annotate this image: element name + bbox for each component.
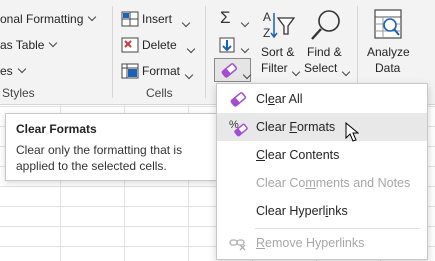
analyze-data-label-line1: Analyze	[367, 45, 410, 59]
menu-item-clear-comments-notes: Clear Comments and Notes	[217, 169, 427, 197]
menu-item-label: Clear All	[256, 92, 303, 106]
menu-item-clear-all[interactable]: Clear All	[217, 85, 427, 113]
menu-item-label: Clear Formats	[256, 120, 336, 134]
fill-down-icon	[219, 37, 235, 53]
sigma-icon: Σ	[220, 8, 231, 27]
format-cells-icon	[121, 63, 139, 79]
find-select-label-line1: Find &	[307, 45, 342, 59]
conditional-formatting-button[interactable]: onal Formatting	[0, 12, 97, 26]
chevron-down-icon	[181, 18, 191, 28]
fill-button[interactable]	[216, 35, 254, 55]
remove-hyperlink-icon	[229, 239, 246, 251]
group-divider	[112, 6, 113, 98]
menu-item-clear-hyperlinks[interactable]: Clear Hyperlinks	[217, 197, 427, 225]
analyze-data-label-line2: Data	[375, 61, 401, 75]
eraser-icon	[221, 63, 238, 78]
tooltip-description: Clear only the formatting that is applie…	[16, 143, 183, 173]
tooltip-title: Clear Formats	[16, 122, 97, 136]
excel-window: onal Formatting as Table es Styles Inser…	[0, 0, 435, 261]
eraser-icon	[230, 92, 247, 107]
find-select-label-line2: Select	[304, 61, 338, 75]
format-button[interactable]: Format	[121, 62, 201, 80]
chevron-down-icon	[291, 67, 301, 77]
styles-group-label: Styles	[2, 86, 35, 100]
find-select-button[interactable]: Find & Select	[303, 8, 351, 78]
menu-item-label: Clear Hyperlinks	[256, 204, 348, 218]
svg-text:Z: Z	[263, 26, 270, 40]
chevron-down-icon	[242, 70, 252, 80]
delete-cells-icon	[121, 37, 139, 53]
chevron-down-icon	[49, 38, 58, 48]
tooltip: Clear Formats Clear only the formatting …	[5, 113, 217, 181]
menu-item-remove-hyperlinks: Remove Hyperlinks	[217, 229, 427, 257]
cell-styles-label: es	[0, 64, 13, 78]
sort-filter-label-line2: Filter	[261, 61, 288, 75]
chevron-down-icon	[240, 18, 250, 28]
sort-filter-icon: A Z	[263, 10, 295, 40]
format-label: Format	[142, 64, 181, 78]
conditional-formatting-label: onal Formatting	[0, 12, 84, 26]
chevron-down-icon	[184, 70, 194, 80]
format-as-table-button[interactable]: as Table	[0, 38, 58, 52]
chevron-down-icon	[88, 12, 97, 22]
delete-label: Delete	[142, 38, 177, 52]
chevron-down-icon	[17, 64, 26, 74]
cells-group-label: Cells	[146, 86, 173, 100]
insert-cells-icon	[121, 11, 139, 27]
menu-item-clear-formats[interactable]: % Clear Formats	[217, 113, 427, 142]
analyze-data-icon	[374, 9, 402, 39]
chevron-down-icon	[240, 44, 250, 54]
sort-filter-button[interactable]: A Z Sort & Filter	[258, 8, 301, 78]
clear-formats-icon: %	[229, 119, 248, 137]
chevron-down-icon	[186, 44, 196, 54]
cell-styles-button[interactable]: es	[0, 64, 26, 78]
analyze-data-button[interactable]: Analyze Data	[363, 8, 413, 78]
group-divider	[205, 6, 206, 98]
svg-text:A: A	[263, 10, 271, 24]
insert-button[interactable]: Insert	[121, 10, 201, 28]
menu-item-label: Clear Contents	[256, 148, 340, 162]
delete-button[interactable]: Delete	[121, 36, 201, 54]
clear-button[interactable]	[214, 58, 252, 82]
menu-item-clear-contents[interactable]: Clear Contents	[217, 141, 427, 169]
menu-item-label: Remove Hyperlinks	[256, 236, 365, 250]
sort-filter-label-line1: Sort &	[261, 45, 295, 59]
clear-menu: Clear All % Clear Formats Clear Contents…	[216, 83, 428, 260]
mouse-cursor-icon	[345, 122, 359, 142]
magnifier-icon	[311, 10, 340, 40]
menu-item-label: Clear Comments and Notes	[256, 176, 411, 190]
format-as-table-label: as Table	[0, 38, 45, 52]
chevron-down-icon	[341, 67, 351, 77]
autosum-button[interactable]: Σ	[216, 8, 254, 29]
insert-label: Insert	[142, 12, 173, 26]
